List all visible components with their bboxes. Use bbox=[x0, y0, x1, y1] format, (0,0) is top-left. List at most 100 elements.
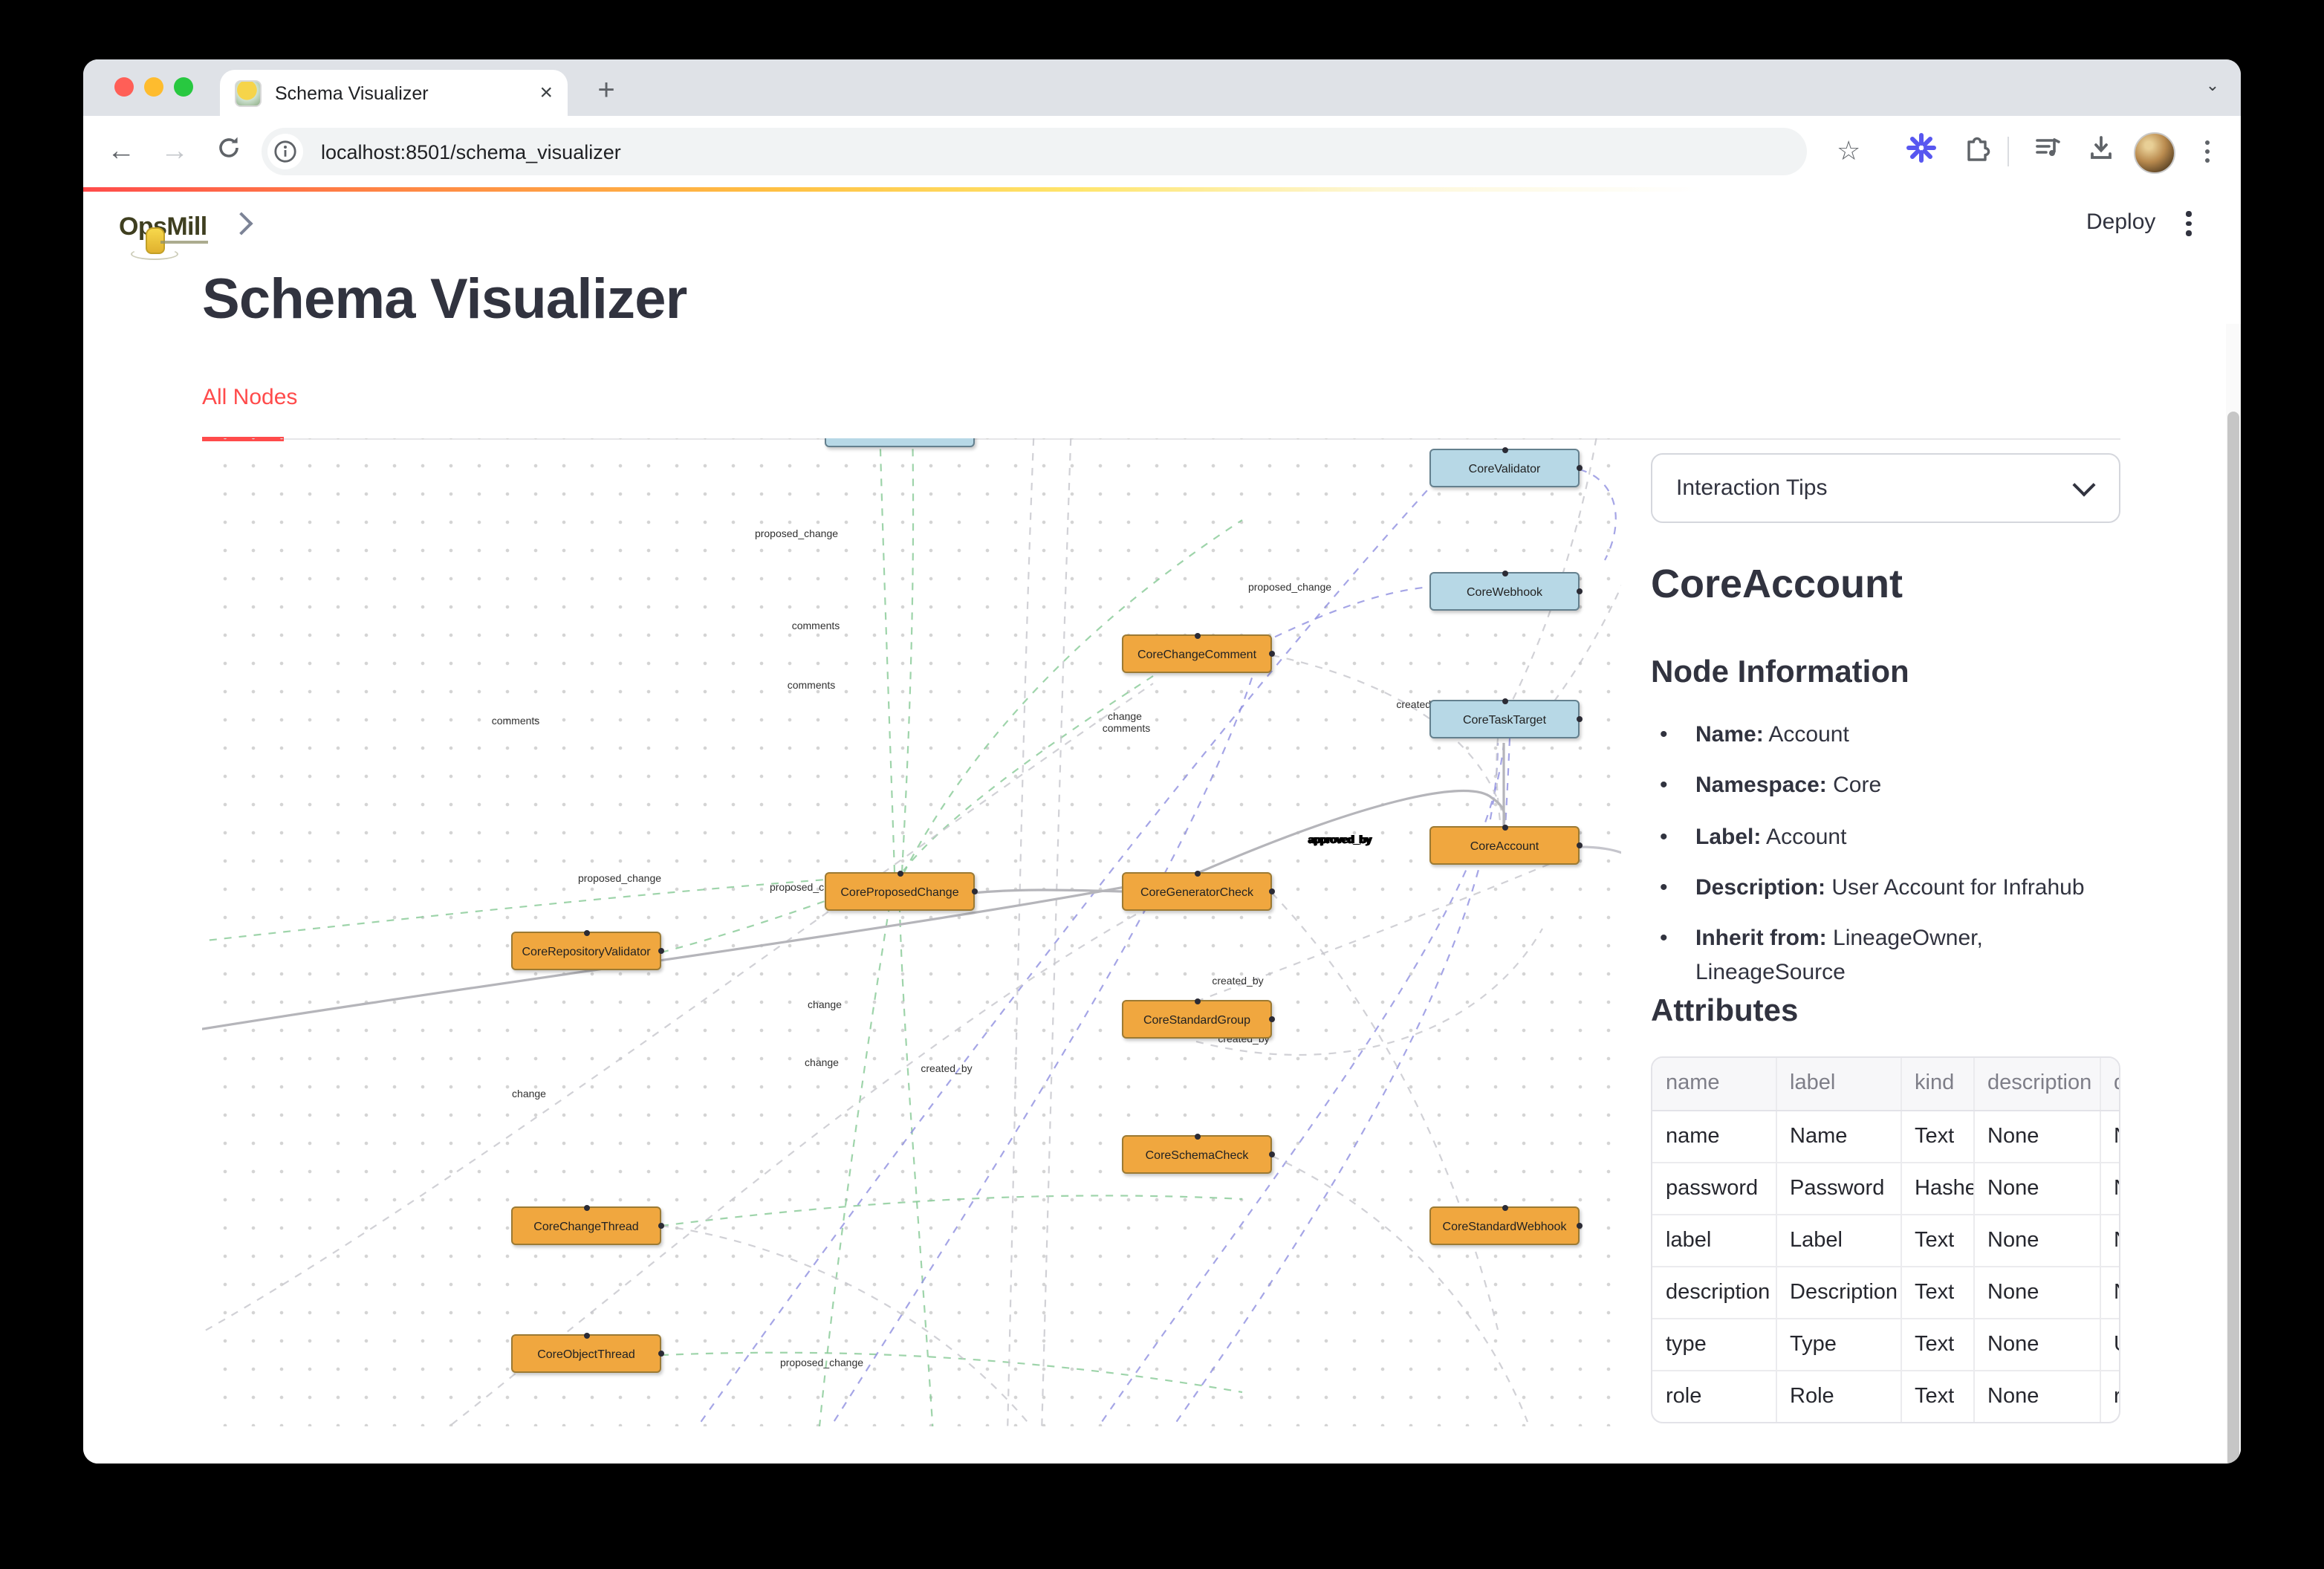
attr-cell[interactable]: None bbox=[1973, 1214, 2100, 1266]
attr-cell[interactable]: None bbox=[1973, 1318, 2100, 1370]
opsmill-mascot-swirl bbox=[131, 248, 178, 260]
edge-label: change bbox=[805, 1059, 839, 1069]
attr-column-header[interactable]: name bbox=[1652, 1058, 1776, 1110]
attr-cell[interactable]: None bbox=[1973, 1110, 2100, 1162]
tab-all-nodes[interactable]: All Nodes bbox=[202, 385, 297, 410]
attr-cell[interactable]: None bbox=[1973, 1370, 2100, 1422]
graph-node-CoreRepositoryValidator[interactable]: CoreRepositoryValidator bbox=[511, 932, 661, 970]
attr-cell[interactable]: None bbox=[1973, 1266, 2100, 1318]
attr-cell[interactable]: Text bbox=[1901, 1214, 1973, 1266]
attr-cell[interactable]: Label bbox=[1776, 1214, 1901, 1266]
attr-column-header[interactable]: label bbox=[1776, 1058, 1901, 1110]
graph-node-CoreStandardWebhook[interactable]: CoreStandardWebhook bbox=[1429, 1206, 1580, 1245]
attr-cell[interactable]: None bbox=[2100, 1162, 2120, 1214]
graph-node-CoreWebhook[interactable]: CoreWebhook bbox=[1429, 572, 1580, 611]
attr-cell[interactable]: Text bbox=[1901, 1370, 1973, 1422]
forward-button[interactable]: → bbox=[160, 137, 189, 166]
graph-node-CoreStandardGroup[interactable]: CoreStandardGroup bbox=[1122, 1000, 1272, 1039]
browser-menu-kebab-icon[interactable] bbox=[2205, 140, 2210, 163]
attr-cell[interactable]: None bbox=[1973, 1162, 2100, 1214]
close-window-button[interactable] bbox=[114, 77, 134, 97]
media-controls-icon[interactable] bbox=[2033, 133, 2062, 170]
app-menu-kebab-icon[interactable] bbox=[2186, 211, 2191, 235]
deploy-button[interactable]: Deploy bbox=[2086, 209, 2155, 235]
table-row: descriptionDescriptionTextNoneNone bbox=[1652, 1266, 2120, 1318]
extension-asterisk-icon[interactable] bbox=[1905, 131, 1938, 172]
open-sidebar-chevron-icon[interactable] bbox=[230, 212, 253, 235]
attr-cell[interactable]: role bbox=[1652, 1370, 1776, 1422]
attr-cell[interactable]: None bbox=[2100, 1266, 2120, 1318]
close-tab-icon[interactable]: × bbox=[539, 82, 553, 104]
graph-node-CoreGeneratorCheck[interactable]: CoreGeneratorCheck bbox=[1122, 872, 1272, 911]
graph-node-clipped[interactable] bbox=[825, 438, 975, 447]
graph-node-CoreTaskTarget[interactable]: CoreTaskTarget bbox=[1429, 700, 1580, 738]
graph-node-label: CoreValidator bbox=[1469, 461, 1541, 475]
url-bar[interactable]: localhost:8501/schema_visualizer bbox=[262, 128, 1807, 175]
extensions-puzzle-icon[interactable] bbox=[1961, 131, 1994, 172]
new-tab-button[interactable]: + bbox=[585, 71, 627, 113]
edge-label: comments bbox=[792, 622, 840, 632]
selected-node-title: CoreAccount bbox=[1651, 562, 1903, 608]
graph-node-label: CoreTaskTarget bbox=[1463, 712, 1546, 726]
browser-tab[interactable]: Schema Visualizer × bbox=[220, 70, 568, 116]
attributes-table[interactable]: namelabelkinddescriptiondefault_valuenam… bbox=[1651, 1056, 2120, 1423]
attr-column-header[interactable]: default_value bbox=[2100, 1058, 2120, 1110]
attr-cell[interactable]: Type bbox=[1776, 1318, 1901, 1370]
graph-node-CoreAccount[interactable]: CoreAccount bbox=[1429, 826, 1580, 865]
downloads-icon[interactable] bbox=[2086, 133, 2116, 170]
graph-canvas[interactable]: CoreValidator CoreWebhook CoreChangeCommen… bbox=[202, 438, 1621, 1426]
tabs-bar: All Nodes bbox=[202, 376, 2120, 440]
edge-anchor-dot bbox=[1576, 465, 1582, 471]
edge-label: created_by bbox=[921, 1065, 972, 1075]
edge-anchor-dot bbox=[658, 1223, 663, 1229]
attr-cell[interactable]: Text bbox=[1901, 1318, 1973, 1370]
edge-anchor-dot bbox=[1576, 842, 1582, 848]
edge-anchor-dot bbox=[1502, 446, 1507, 452]
expander-label: Interaction Tips bbox=[1676, 475, 2076, 501]
graph-node-CoreSchemaCheck[interactable]: CoreSchemaCheck bbox=[1122, 1135, 1272, 1174]
graph-node-CoreChangeComment[interactable]: CoreChangeComment bbox=[1122, 634, 1272, 673]
node-info-item: Namespace: Core bbox=[1657, 769, 2103, 804]
minimize-window-button[interactable] bbox=[144, 77, 163, 97]
graph-node-CoreProposedChange[interactable]: CoreProposedChange bbox=[825, 872, 975, 911]
attr-cell[interactable]: type bbox=[1652, 1318, 1776, 1370]
attr-cell[interactable]: HashedPassword bbox=[1901, 1162, 1973, 1214]
table-row: labelLabelTextNoneNone bbox=[1652, 1214, 2120, 1266]
attr-cell[interactable]: Text bbox=[1901, 1110, 1973, 1162]
attr-column-header[interactable]: kind bbox=[1901, 1058, 1973, 1110]
bookmark-star-icon[interactable]: ☆ bbox=[1837, 136, 1860, 167]
fullscreen-window-button[interactable] bbox=[174, 77, 193, 97]
page-scrollbar-thumb[interactable] bbox=[2227, 412, 2239, 1464]
tab-search-chevron-icon[interactable]: ⌄ bbox=[2199, 74, 2226, 101]
node-info-item: Label: Account bbox=[1657, 819, 2103, 854]
attr-cell[interactable]: None bbox=[2100, 1110, 2120, 1162]
reload-button[interactable] bbox=[214, 133, 244, 170]
attr-cell[interactable]: None bbox=[2100, 1214, 2120, 1266]
edge-anchor-dot bbox=[583, 1332, 589, 1338]
attr-cell[interactable]: Name bbox=[1776, 1110, 1901, 1162]
attr-column-header[interactable]: description bbox=[1973, 1058, 2100, 1110]
attr-cell[interactable]: Password bbox=[1776, 1162, 1901, 1214]
attr-cell[interactable]: Role bbox=[1776, 1370, 1901, 1422]
url-text[interactable]: localhost:8501/schema_visualizer bbox=[321, 140, 621, 163]
graph-node-CoreObjectThread[interactable]: CoreObjectThread bbox=[511, 1334, 661, 1373]
streamlit-page: OpsMill Deploy Schema Visualizer All Nod… bbox=[83, 192, 2241, 1464]
attr-cell[interactable]: label bbox=[1652, 1214, 1776, 1266]
edge-anchor-dot bbox=[1502, 824, 1507, 830]
site-info-icon[interactable] bbox=[267, 134, 303, 169]
attr-cell[interactable]: description bbox=[1652, 1266, 1776, 1318]
attr-cell[interactable]: password bbox=[1652, 1162, 1776, 1214]
attr-cell[interactable]: Description bbox=[1776, 1266, 1901, 1318]
graph-node-CoreChangeThread[interactable]: CoreChangeThread bbox=[511, 1206, 661, 1245]
attr-cell[interactable]: name bbox=[1652, 1110, 1776, 1162]
attr-cell[interactable]: read-write bbox=[2100, 1370, 2120, 1422]
attr-cell[interactable]: Text bbox=[1901, 1266, 1973, 1318]
edge-anchor-dot bbox=[1502, 698, 1507, 704]
graph-node-CoreValidator[interactable]: CoreValidator bbox=[1429, 449, 1580, 487]
back-button[interactable]: ← bbox=[107, 137, 135, 166]
attr-cell[interactable]: User bbox=[2100, 1318, 2120, 1370]
interaction-tips-expander[interactable]: Interaction Tips bbox=[1651, 453, 2120, 523]
tab-title: Schema Visualizer bbox=[275, 82, 530, 103]
profile-avatar[interactable] bbox=[2134, 132, 2175, 174]
page-title: Schema Visualizer bbox=[202, 269, 687, 333]
